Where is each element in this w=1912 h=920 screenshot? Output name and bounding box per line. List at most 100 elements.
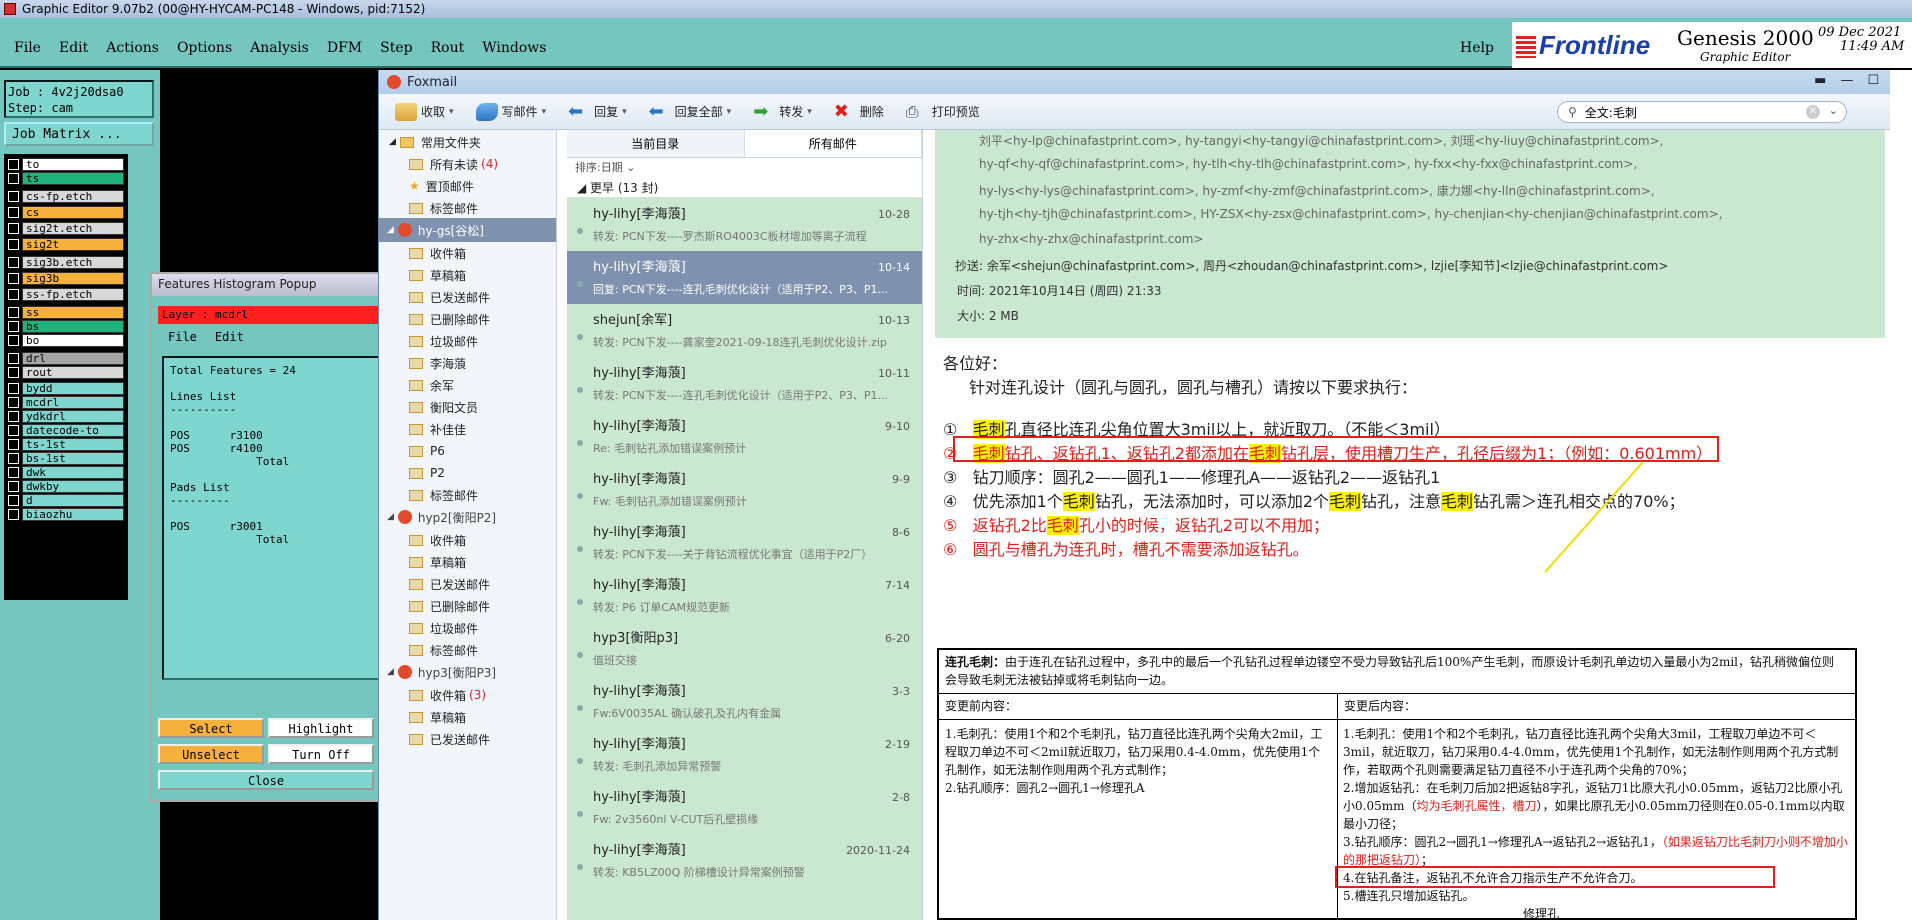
layer-name[interactable]: cs	[22, 206, 124, 219]
minimize-icon[interactable]: —	[1840, 73, 1853, 88]
layer-name[interactable]: ts	[22, 172, 124, 185]
layer-checkbox[interactable]	[8, 353, 19, 364]
search-box[interactable]: ⚲ 全文:毛刺 ✕ ⌄	[1557, 101, 1847, 123]
list-item[interactable]: hy-lihy[李海蒗] 8-6 转发: PCN下发----关于背钻流程优化事宜…	[567, 516, 922, 569]
layer-name[interactable]: drl	[22, 352, 124, 365]
menu-help[interactable]: Help	[1460, 40, 1494, 56]
layer-checkbox[interactable]	[8, 439, 19, 450]
layer-row[interactable]: rout	[8, 366, 124, 379]
folder-item[interactable]: 已发送邮件	[409, 727, 490, 751]
menu-analysis[interactable]: Analysis	[250, 40, 309, 56]
list-item[interactable]: hy-lihy[李海蒗] 2-8 Fw: 2v3560nl V-CUT后孔壁损缘	[567, 781, 922, 834]
layer-checkbox[interactable]	[8, 411, 19, 422]
layer-checkbox[interactable]	[8, 397, 19, 408]
popup-menu-file[interactable]: File	[168, 330, 197, 348]
layer-name[interactable]: bs	[22, 320, 124, 333]
list-item[interactable]: hyp3[衡阳p3] 6-20 值班交接	[567, 622, 922, 675]
list-item[interactable]: hy-lihy[李海蒗] 7-14 转发: P6 订单CAM规范更新	[567, 569, 922, 622]
layer-name[interactable]: sig2t	[22, 238, 124, 251]
folder-item[interactable]: 收件箱 (3)	[409, 683, 486, 707]
chevron-down-icon[interactable]: ▾	[622, 107, 627, 117]
folder-item[interactable]: 已删除邮件	[409, 594, 490, 618]
layer-row[interactable]: bydd	[8, 382, 124, 395]
layer-row[interactable]: bs-1st	[8, 452, 124, 465]
layer-row[interactable]: dwk	[8, 466, 124, 479]
layer-name[interactable]: sig2t.etch	[22, 222, 124, 235]
layer-name[interactable]: bo	[22, 334, 124, 347]
layer-checkbox[interactable]	[8, 335, 19, 346]
layer-name[interactable]: rout	[22, 366, 124, 379]
layer-name[interactable]: ss-fp.etch	[22, 288, 124, 301]
list-item[interactable]: hy-lihy[李海蒗] 10-11 转发: PCN下发----连孔毛刺优化设计…	[567, 357, 922, 410]
folder-item[interactable]: 草稿箱	[409, 263, 466, 287]
layer-name[interactable]: d	[22, 494, 124, 507]
job-matrix-button[interactable]: Job Matrix ...	[4, 122, 154, 146]
folder-common[interactable]: ◢ 常用文件夹	[389, 130, 481, 154]
sort-dropdown[interactable]: 排序:日期 ⌄	[567, 158, 922, 178]
features-list[interactable]: Total Features = 24 Lines List ---------…	[162, 356, 382, 680]
chevron-down-icon[interactable]: ▾	[727, 107, 732, 117]
group-header[interactable]: ◢ 更早 (13 封)	[567, 178, 922, 198]
delete-button[interactable]: ✖ 删除	[834, 102, 884, 121]
layer-row[interactable]: d	[8, 494, 124, 507]
layer-name[interactable]: dwkby	[22, 480, 124, 493]
layer-checkbox[interactable]	[8, 367, 19, 378]
list-item[interactable]: hy-lihy[李海蒗] 9-10 Re: 毛刺钻孔添加错误案例预计	[567, 410, 922, 463]
layer-row[interactable]: biaozhu	[8, 508, 124, 521]
tab-all-mail[interactable]: 所有邮件	[745, 130, 922, 157]
layer-checkbox[interactable]	[8, 207, 19, 218]
folder-item[interactable]: P2	[409, 461, 445, 485]
layer-row[interactable]: mcdrl	[8, 396, 124, 409]
chevron-down-icon[interactable]: ▾	[542, 107, 547, 117]
folder-unread[interactable]: 所有未读 (4)	[409, 152, 498, 176]
menu-actions[interactable]: Actions	[106, 40, 159, 56]
menu-edit[interactable]: Edit	[59, 40, 88, 56]
layer-row[interactable]: cs-fp.etch	[8, 190, 124, 203]
layer-name[interactable]: sig3b.etch	[22, 256, 124, 269]
folder-item[interactable]: 已发送邮件	[409, 285, 490, 309]
layer-checkbox[interactable]	[8, 159, 19, 170]
layer-name[interactable]: ts-1st	[22, 438, 124, 451]
list-item[interactable]: hy-lihy[李海蒗] 2020-11-24 转发: KB5LZ00Q 阶梯槽…	[567, 834, 922, 887]
layer-row[interactable]: ss-fp.etch	[8, 288, 124, 301]
layer-row[interactable]: bs	[8, 320, 124, 333]
layer-checkbox[interactable]	[8, 383, 19, 394]
chevron-down-icon[interactable]: ▾	[807, 107, 812, 117]
layer-checkbox[interactable]	[8, 307, 19, 318]
layer-name[interactable]: datecode-to	[22, 424, 124, 437]
tab-current-folder[interactable]: 当前目录	[567, 130, 745, 157]
menu-dfm[interactable]: DFM	[327, 40, 362, 56]
layer-checkbox[interactable]	[8, 239, 19, 250]
layer-name[interactable]: mcdrl	[22, 396, 124, 409]
maximize-icon[interactable]: ☐	[1867, 73, 1879, 88]
print-preview-button[interactable]: ⎙ 打印预览	[906, 102, 980, 121]
search-dropdown-icon[interactable]: ⌄	[1829, 104, 1838, 117]
turn-off-button[interactable]: Turn Off	[268, 744, 374, 764]
list-item[interactable]: hy-lihy[李海蒗] 3-3 Fw:6V0035AL 确认破孔及孔内有金属	[567, 675, 922, 728]
layer-row[interactable]: ss	[8, 306, 124, 319]
list-item[interactable]: hy-lihy[李海蒗] 9-9 Fw: 毛刺钻孔添加错误案例预计	[567, 463, 922, 516]
layer-row[interactable]: sig3b.etch	[8, 256, 124, 269]
layer-checkbox[interactable]	[8, 191, 19, 202]
layer-checkbox[interactable]	[8, 173, 19, 184]
layer-name[interactable]: ss	[22, 306, 124, 319]
close-button[interactable]: Close	[158, 770, 374, 790]
reply-button[interactable]: ⬅ 回复 ▾	[568, 102, 627, 121]
layer-row[interactable]: bo	[8, 334, 124, 347]
folder-item[interactable]: 余军	[409, 373, 454, 397]
layer-row[interactable]: sig2t.etch	[8, 222, 124, 235]
menu-file[interactable]: File	[14, 40, 41, 56]
layer-name[interactable]: bydd	[22, 382, 124, 395]
menu-options[interactable]: Options	[177, 40, 232, 56]
menu-windows[interactable]: Windows	[482, 40, 546, 56]
layer-checkbox[interactable]	[8, 289, 19, 300]
layer-row[interactable]: to	[8, 158, 124, 171]
layer-row[interactable]: dwkby	[8, 480, 124, 493]
layer-name[interactable]: ydkdrl	[22, 410, 124, 423]
layer-checkbox[interactable]	[8, 481, 19, 492]
layer-name[interactable]: sig3b	[22, 272, 124, 285]
folder-item[interactable]: 草稿箱	[409, 705, 466, 729]
folder-item[interactable]: 已发送邮件	[409, 572, 490, 596]
unselect-button[interactable]: Unselect	[158, 744, 264, 764]
layer-checkbox[interactable]	[8, 467, 19, 478]
